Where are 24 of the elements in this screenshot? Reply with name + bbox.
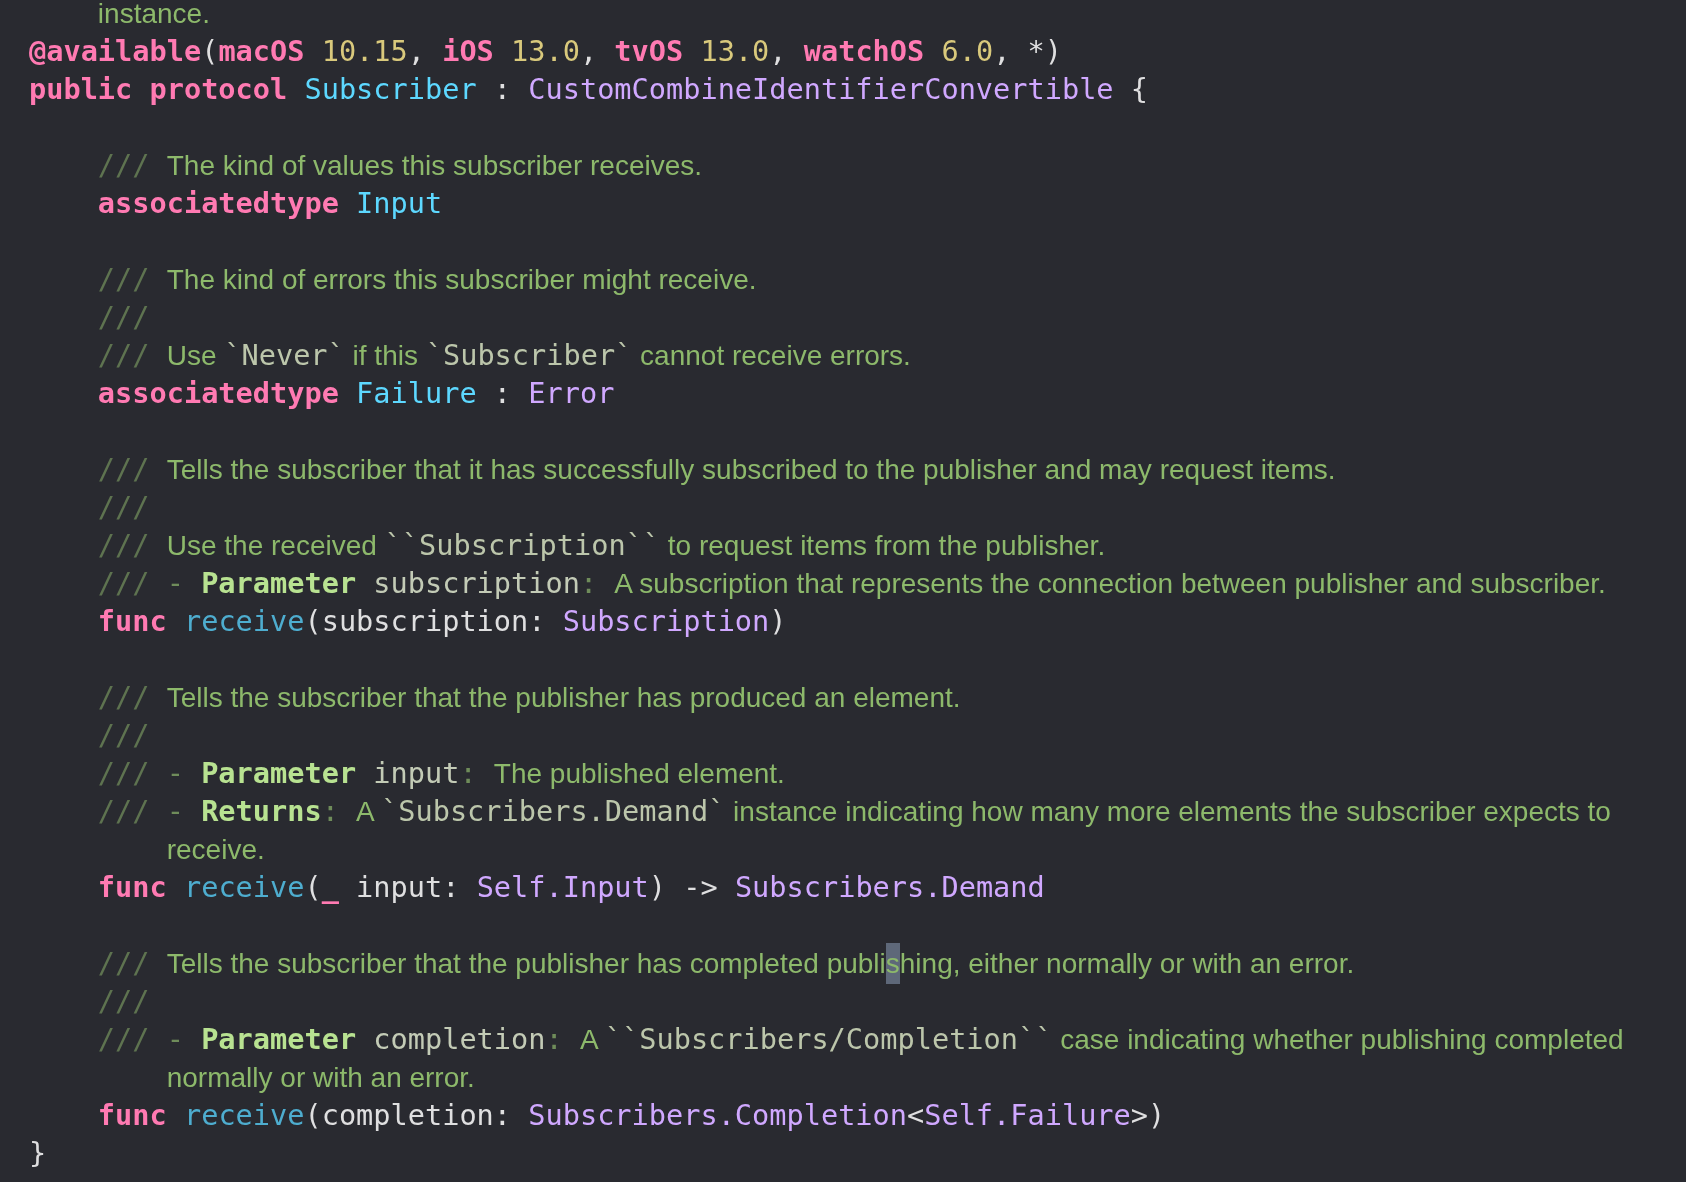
doc-comment-line: /// - Returns: A `Subscribers.Demand` instance indicating how many more elements the subscriber expects to receive. [97, 793, 1612, 867]
doc-comment-line: /// The kind of errors this subscriber might receive. [97, 261, 757, 298]
doc-comment-line: /// [97, 717, 151, 754]
doc-comment-line: /// Tells the subscriber that the publisher has produced an element. [97, 679, 961, 716]
doc-comment-line: /// Tells the subscriber that the publisher has completed publishing, either normally or with an error. [97, 944, 1355, 982]
doc-comment-line: /// - Parameter completion: A ``Subscribers/Completion`` case indicating whether publishing completed normally or with an error. [97, 1021, 1625, 1095]
doc-comment-line: /// Use `Never` if this `Subscriber` cannot receive errors. [97, 337, 911, 374]
code-line: func receive(completion: Subscribers.Completion<Self.Failure>) [97, 1097, 1166, 1134]
code-line: func receive(_ input: Self.Input) -> Subscribers.Demand [97, 869, 1045, 906]
code-line: public protocol Subscriber : CustomCombineIdentifierConvertible { [29, 71, 1148, 108]
doc-comment-line: /// - Parameter input: The published element. [97, 755, 785, 792]
code-line: associatedtype Failure : Error [97, 375, 615, 412]
doc-comment-line: /// Tells the subscriber that it has successfully subscribed to the publisher and may request items. [97, 451, 1336, 488]
doc-comment-line: instance. [97, 0, 210, 31]
code-line: associatedtype Input [97, 185, 443, 222]
doc-comment-line: /// - Parameter subscription: A subscription that represents the connection between publisher and subscriber. [97, 565, 1606, 602]
doc-comment-line: /// [97, 983, 151, 1020]
doc-comment-line: /// Use the received ``Subscription`` to request items from the publisher. [97, 527, 1106, 564]
code-line: @available(macOS 10.15, iOS 13.0, tvOS 13.0, watchOS 6.0, *) [29, 33, 1062, 70]
doc-comment-line: /// The kind of values this subscriber receives. [97, 147, 703, 184]
code-line: } [29, 1135, 47, 1172]
doc-comment-line: /// [97, 299, 151, 336]
doc-comment-line: /// [97, 489, 151, 526]
code-line: func receive(subscription: Subscription) [97, 603, 787, 640]
